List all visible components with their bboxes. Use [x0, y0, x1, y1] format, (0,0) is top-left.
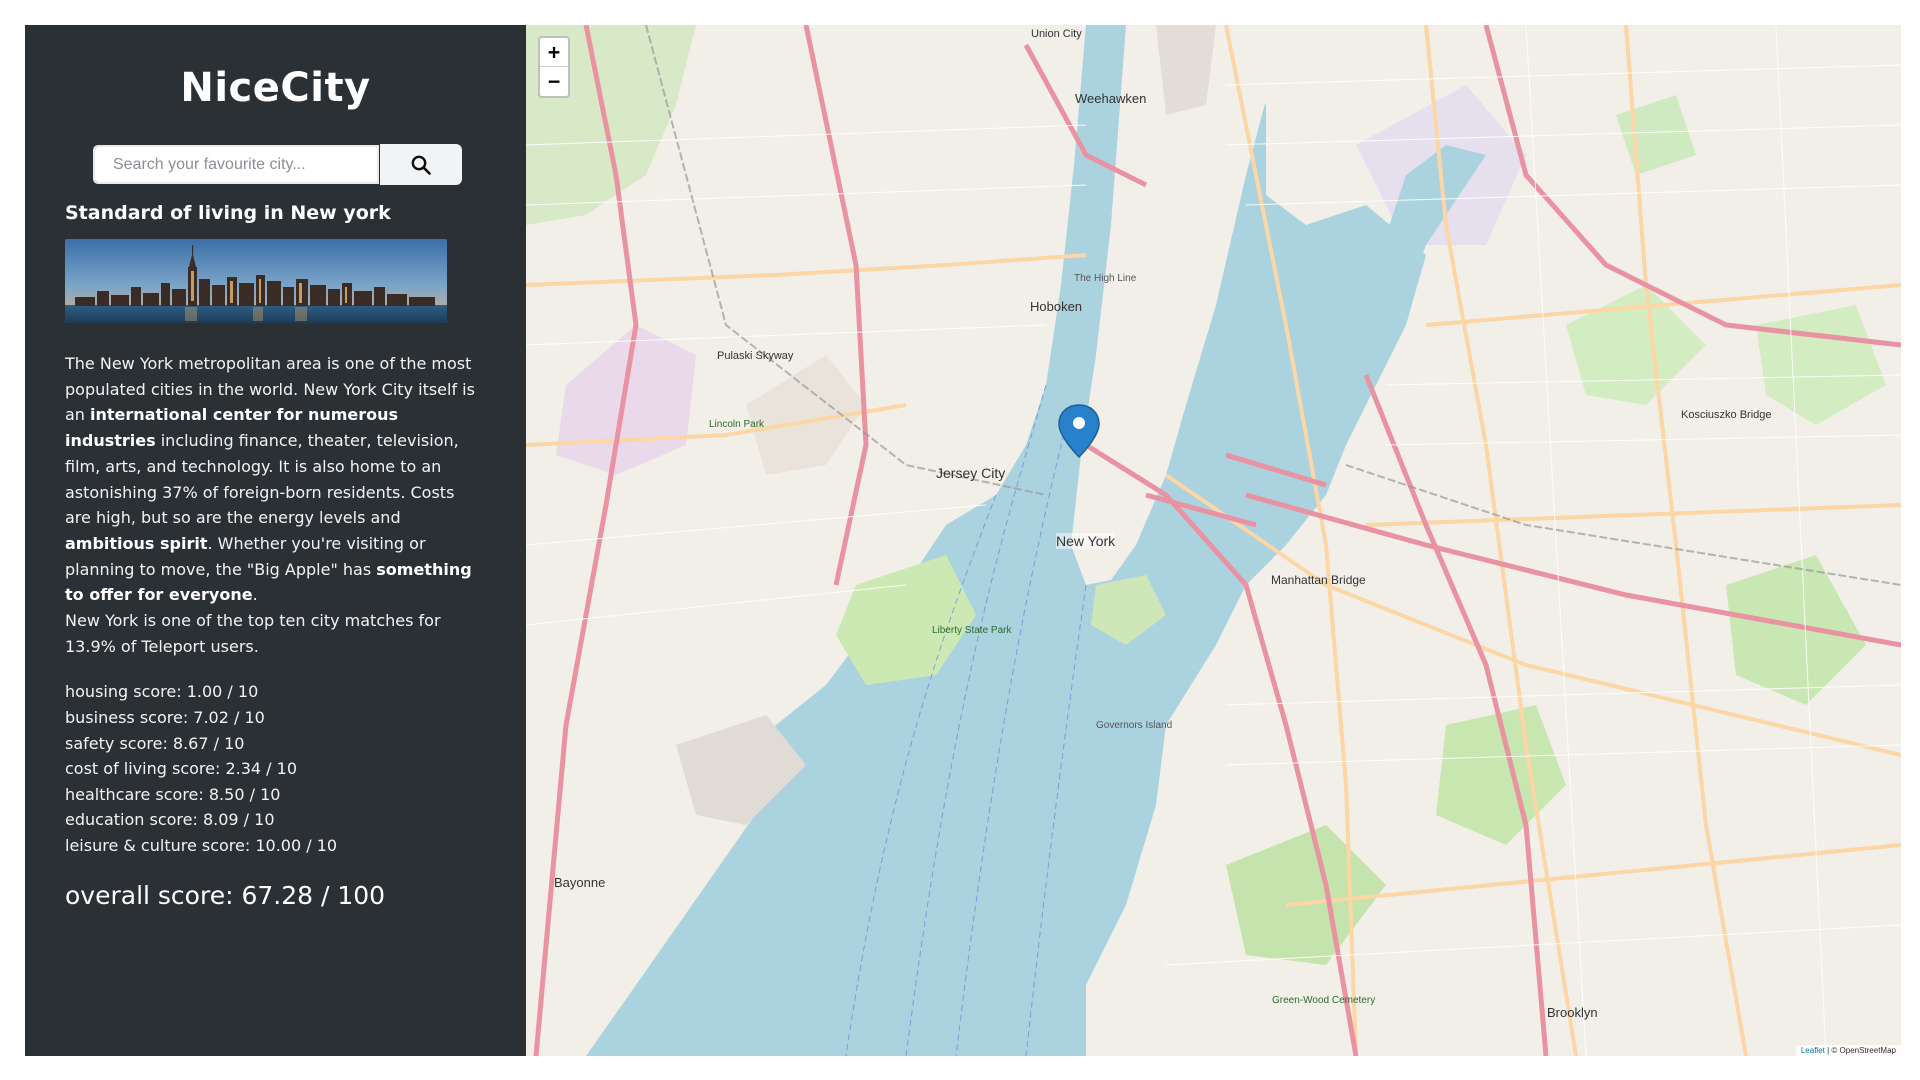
description-bold-text: ambitious spirit [65, 533, 208, 553]
map-label-kosciuszko-bridge: Kosciuszko Bridge [1681, 409, 1772, 421]
sidebar: NiceCity Standard of living in New york [25, 25, 526, 1056]
search-bar [92, 144, 462, 185]
leisure-culture-score: leisure & culture score: 10.00 / 10 [65, 836, 338, 855]
map-label-governors-island: Governors Island [1096, 720, 1173, 731]
city-heading: Standard of living in New york [65, 202, 391, 224]
housing-score: housing score: 1.00 / 10 [65, 682, 259, 702]
leaflet-link[interactable]: Leaflet [1801, 1046, 1825, 1055]
map-label-jersey-city: Jersey City [936, 465, 1006, 481]
zoom-in-button[interactable]: + [540, 38, 568, 67]
score-list: housing score: 1.00 / 10 business score:… [65, 679, 486, 858]
city-description: The New York metropolitan area is one of… [65, 351, 485, 659]
map-label-hoboken: Hoboken [1030, 299, 1083, 314]
city-skyline-image [65, 239, 447, 323]
map-label-lincoln-park: Lincoln Park [709, 419, 765, 430]
search-button[interactable] [380, 144, 462, 185]
zoom-out-button[interactable]: − [540, 67, 568, 96]
map-label-weehawken: Weehawken [1075, 91, 1147, 106]
safety-score: safety score: 8.67 / 10 [65, 733, 245, 753]
app-container: NiceCity Standard of living in New york [25, 25, 1901, 1056]
map-attribution: Leaflet | © OpenStreetMap [1795, 1045, 1901, 1056]
app-title: NiceCity [180, 65, 371, 111]
map-label-bayonne: Bayonne [554, 875, 606, 890]
map-label-pulaski-skyway: Pulaski Skyway [717, 350, 794, 362]
map-label-green-wood: Green-Wood Cemetery [1272, 995, 1376, 1006]
zoom-control: + − [538, 36, 570, 98]
healthcare-score: healthcare score: 8.50 / 10 [65, 784, 281, 804]
teleport-note: New York is one of the top ten city matc… [65, 611, 441, 656]
map-label-union-city: Union City [1031, 28, 1082, 40]
map-view[interactable]: Weehawken Union City Hoboken Jersey City… [526, 25, 1901, 1056]
cost-of-living-score: cost of living score: 2.34 / 10 [65, 759, 297, 779]
map-label-liberty-state-park: Liberty State Park [932, 625, 1012, 636]
map-label-high-line: The High Line [1074, 273, 1137, 284]
marker-label: New York [1056, 533, 1116, 549]
map-label-manhattan-bridge: Manhattan Bridge [1271, 573, 1366, 587]
map-label-brooklyn: Brooklyn [1547, 1005, 1598, 1020]
search-input[interactable] [92, 144, 380, 185]
osm-attribution: | © OpenStreetMap [1824, 1046, 1896, 1055]
search-icon [411, 155, 431, 175]
map-tiles[interactable] [526, 25, 1901, 1056]
education-score: education score: 8.09 / 10 [65, 810, 275, 830]
overall-score: overall score: 67.28 / 100 [65, 880, 386, 910]
business-score: business score: 7.02 / 10 [65, 708, 265, 728]
description-text: . [252, 585, 258, 605]
